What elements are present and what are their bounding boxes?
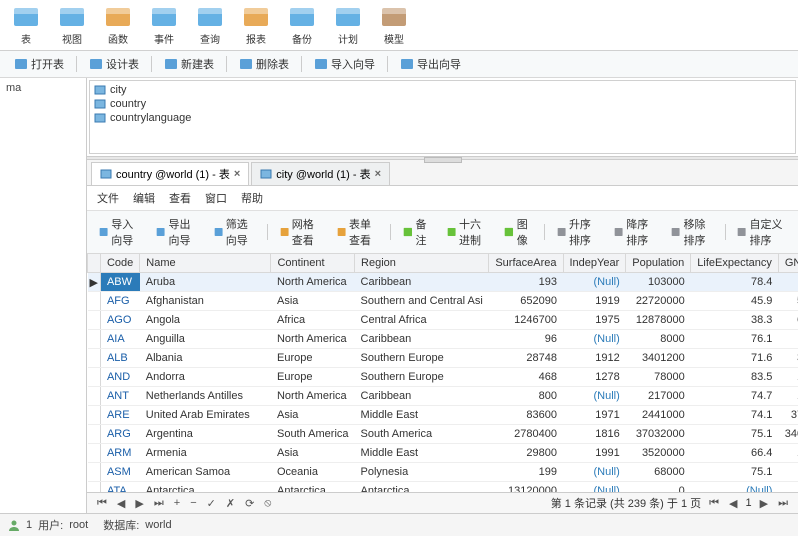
objtb-3[interactable]: 删除表 — [233, 54, 295, 74]
grid-scroll[interactable]: CodeNameContinentRegionSurfaceAreaIndepY… — [87, 254, 798, 492]
splitter[interactable] — [87, 156, 798, 160]
table-row[interactable]: ▶ABWArubaNorth AmericaCaribbean193(Null)… — [88, 273, 798, 292]
left-pane-text: ma — [6, 82, 21, 94]
ribbon-备份[interactable]: 备份 — [280, 2, 324, 48]
table-row[interactable]: AREUnited Arab EmiratesAsiaMiddle East83… — [88, 406, 798, 425]
object-list: citycountrycountrylanguage — [89, 80, 796, 154]
objtb-5[interactable]: 导出向导 — [394, 54, 467, 74]
col-Continent[interactable]: Continent — [271, 254, 355, 273]
tab-close-1[interactable]: × — [375, 168, 381, 180]
table-row[interactable]: ATAAntarcticaAntarcticaAntarctica1312000… — [88, 482, 798, 493]
col-Code[interactable]: Code — [100, 254, 139, 273]
table-row[interactable]: AIAAnguillaNorth AmericaCaribbean96(Null… — [88, 330, 798, 349]
ribbon: 表视图函数事件查询报表备份计划模型 — [0, 0, 798, 51]
gridtb-4[interactable]: 表单查看 — [331, 214, 384, 250]
col-LifeExpectancy[interactable]: LifeExpectancy — [691, 254, 779, 273]
editor-menubar: 文件编辑查看窗口帮助 — [87, 186, 798, 211]
ribbon-模型[interactable]: 模型 — [372, 2, 416, 48]
table-row[interactable]: ANTNetherlands AntillesNorth AmericaCari… — [88, 387, 798, 406]
col-Name[interactable]: Name — [140, 254, 271, 273]
ribbon-计划[interactable]: 计划 — [326, 2, 370, 48]
objtb-4[interactable]: 导入向导 — [308, 54, 381, 74]
col-Population[interactable]: Population — [626, 254, 691, 273]
table-row[interactable]: ASMAmerican SamoaOceaniaPolynesia199(Nul… — [88, 463, 798, 482]
nav-next[interactable]: ▶ — [133, 497, 145, 510]
table-row[interactable]: ARGArgentinaSouth AmericaSouth America27… — [88, 425, 798, 444]
ribbon-报表[interactable]: 报表 — [234, 2, 278, 48]
gridtb-1[interactable]: 导出向导 — [150, 214, 203, 250]
page-last[interactable]: ⏭ — [776, 497, 790, 510]
table-row[interactable]: AGOAngolaAfricaCentral Africa12467001975… — [88, 311, 798, 330]
col-IndepYear[interactable]: IndepYear — [563, 254, 626, 273]
menu-文件[interactable]: 文件 — [97, 190, 119, 206]
gridtb-2[interactable]: 筛选向导 — [208, 214, 261, 250]
nav-commit[interactable]: ✓ — [205, 497, 218, 510]
data-grid[interactable]: CodeNameContinentRegionSurfaceAreaIndepY… — [87, 254, 798, 492]
menu-窗口[interactable]: 窗口 — [205, 190, 227, 206]
tab-0[interactable]: country @world (1) - 表× — [91, 162, 249, 185]
table-row[interactable]: ALBAlbaniaEuropeSouthern Europe287481912… — [88, 349, 798, 368]
page-number: 1 — [746, 497, 752, 509]
status-user-label: 用户: — [38, 517, 63, 533]
nav-cancel[interactable]: ✗ — [224, 497, 237, 510]
status-db: world — [145, 519, 171, 531]
object-country[interactable]: country — [92, 97, 793, 111]
page-prev[interactable]: ◀ — [727, 497, 739, 510]
object-city[interactable]: city — [92, 83, 793, 97]
table-row[interactable]: ARMArmeniaAsiaMiddle East298001991352000… — [88, 444, 798, 463]
nav-first[interactable]: ⏮ — [95, 497, 109, 510]
page-next[interactable]: ▶ — [758, 497, 770, 510]
nav-add[interactable]: + — [172, 497, 182, 509]
col-SurfaceArea[interactable]: SurfaceArea — [489, 254, 563, 273]
gridtb-0[interactable]: 导入向导 — [93, 214, 146, 250]
objtb-1[interactable]: 设计表 — [83, 54, 145, 74]
objtb-0[interactable]: 打开表 — [8, 54, 70, 74]
left-pane: ma — [0, 78, 87, 513]
col-Region[interactable]: Region — [355, 254, 489, 273]
gridtb-7[interactable]: 图像 — [498, 214, 538, 250]
table-icon — [100, 168, 112, 180]
editor-tabs: country @world (1) - 表×city @world (1) -… — [87, 160, 798, 186]
tab-1[interactable]: city @world (1) - 表× — [251, 162, 390, 185]
nav-last[interactable]: ⏭ — [152, 497, 166, 510]
table-row[interactable]: AFGAfghanistanAsiaSouthern and Central A… — [88, 292, 798, 311]
object-countrylanguage[interactable]: countrylanguage — [92, 111, 793, 125]
ribbon-视图[interactable]: 视图 — [50, 2, 94, 48]
gridtb-3[interactable]: 网格查看 — [274, 214, 327, 250]
nav-refresh[interactable]: ⟳ — [243, 497, 256, 510]
table-icon — [260, 168, 272, 180]
col-GNP[interactable]: GNP — [778, 254, 798, 273]
objtb-2[interactable]: 新建表 — [158, 54, 220, 74]
tab-close-0[interactable]: × — [234, 168, 240, 180]
rowmark-header — [88, 254, 101, 273]
table-row[interactable]: ANDAndorraEuropeSouthern Europe468127878… — [88, 368, 798, 387]
ribbon-查询[interactable]: 查询 — [188, 2, 232, 48]
record-navigator: ⏮ ◀ ▶ ⏭ + − ✓ ✗ ⟳ ⦸ 第 1 条记录 (共 239 条) 于 … — [87, 492, 798, 513]
grid-toolbar: 导入向导导出向导筛选向导网格查看表单查看备注十六进制图像升序排序降序排序移除排序… — [87, 211, 798, 254]
gridtb-9[interactable]: 降序排序 — [608, 214, 661, 250]
status-db-label: 数据库: — [103, 517, 139, 533]
ribbon-函数[interactable]: 函数 — [96, 2, 140, 48]
nav-delete[interactable]: − — [188, 497, 198, 509]
gridtb-5[interactable]: 备注 — [397, 214, 437, 250]
gridtb-10[interactable]: 移除排序 — [665, 214, 718, 250]
ribbon-事件[interactable]: 事件 — [142, 2, 186, 48]
page-info: 第 1 条记录 (共 239 条) 于 1 页 — [551, 495, 701, 511]
menu-编辑[interactable]: 编辑 — [133, 190, 155, 206]
status-bar: 1 用户: root 数据库: world — [0, 513, 798, 536]
menu-帮助[interactable]: 帮助 — [241, 190, 263, 206]
status-user: root — [69, 519, 88, 531]
user-icon — [8, 519, 20, 531]
page-first[interactable]: ⏮ — [707, 497, 721, 510]
gridtb-8[interactable]: 升序排序 — [551, 214, 604, 250]
menu-查看[interactable]: 查看 — [169, 190, 191, 206]
nav-prev[interactable]: ◀ — [115, 497, 127, 510]
nav-stop[interactable]: ⦸ — [262, 497, 273, 510]
object-toolbar: 打开表设计表新建表删除表导入向导导出向导 — [0, 51, 798, 78]
ribbon-表[interactable]: 表 — [4, 2, 48, 48]
gridtb-11[interactable]: 自定义排序 — [731, 214, 792, 250]
gridtb-6[interactable]: 十六进制 — [441, 214, 494, 250]
